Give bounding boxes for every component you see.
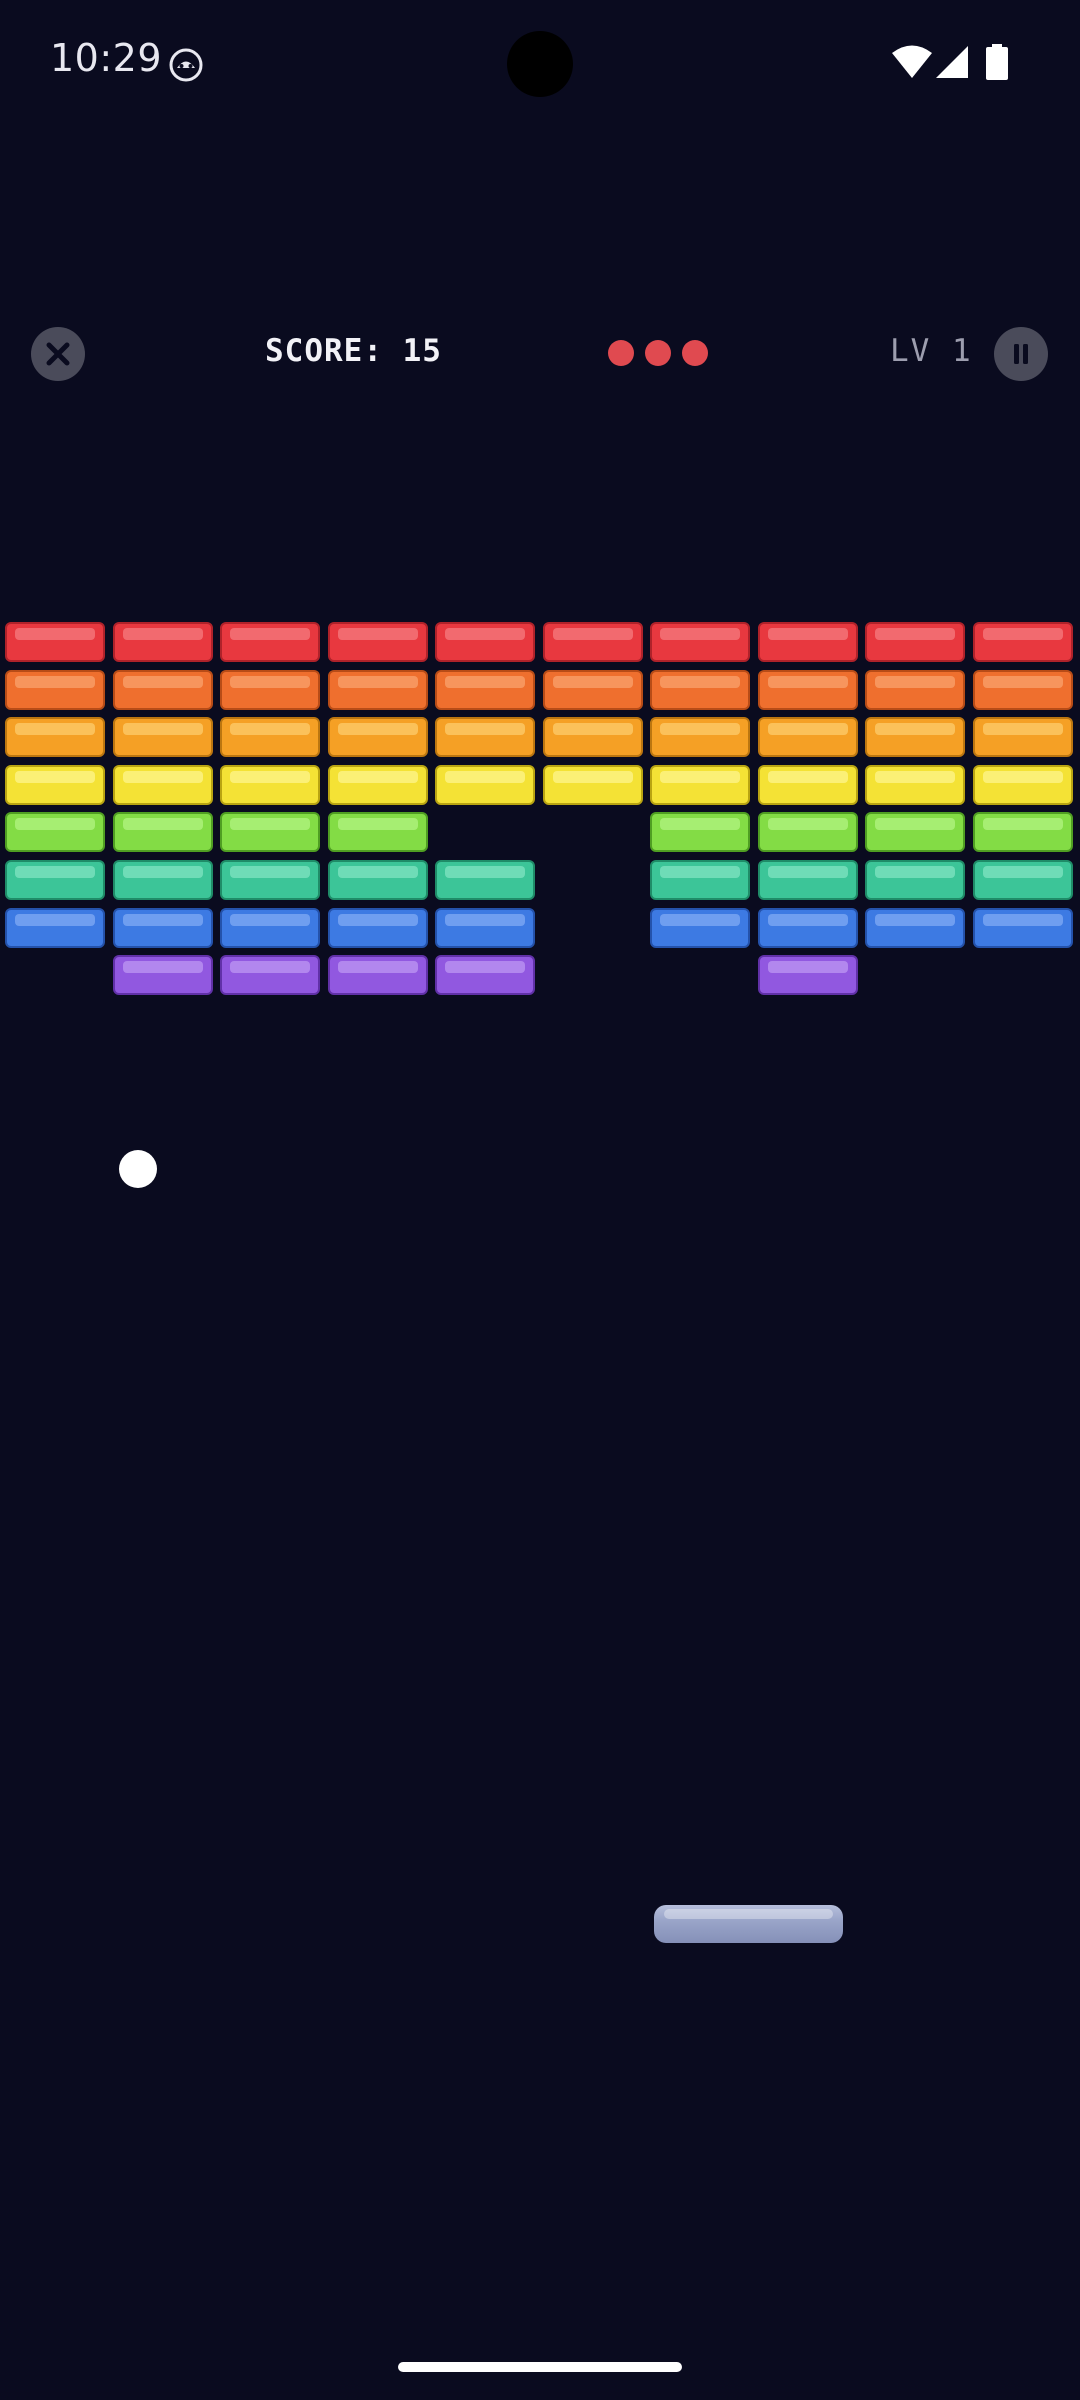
brick-yellow: [865, 764, 965, 805]
brick-blue: [435, 907, 535, 948]
brick-orange: [650, 669, 750, 710]
paddle-highlight: [664, 1909, 833, 1919]
brick-teal: [865, 860, 965, 900]
brick-yellow: [112, 764, 213, 805]
brick-red: [865, 622, 965, 662]
brick-red: [220, 622, 320, 662]
brick-green: [972, 812, 1073, 853]
brick-orange: [542, 669, 643, 710]
brick-purple: [757, 955, 858, 996]
brick-yellow: [650, 764, 750, 805]
brick-amber: [865, 717, 965, 758]
brick-green: [327, 812, 428, 853]
brick-green: [757, 812, 858, 853]
brick-purple: [327, 955, 428, 996]
brick-orange: [435, 669, 535, 710]
brick-teal: [220, 860, 320, 900]
brick-teal: [757, 860, 858, 900]
brick-orange: [972, 669, 1073, 710]
brick-orange: [220, 669, 320, 710]
brick-green: [220, 812, 320, 853]
brick-red: [5, 622, 105, 662]
brick-teal: [327, 860, 428, 900]
home-indicator[interactable]: [398, 2362, 682, 2372]
brick-blue: [650, 907, 750, 948]
brick-orange: [112, 669, 213, 710]
brick-amber: [757, 717, 858, 758]
brick-red: [435, 622, 535, 662]
brick-amber: [327, 717, 428, 758]
brick-yellow: [542, 764, 643, 805]
brick-yellow: [435, 764, 535, 805]
game-screen[interactable]: 10:29 SCORE: 15 LV 1: [0, 0, 1080, 2400]
brick-amber: [112, 717, 213, 758]
brick-red: [542, 622, 643, 662]
brick-purple: [435, 955, 535, 996]
brick-blue: [112, 907, 213, 948]
brick-amber: [542, 717, 643, 758]
brick-red: [650, 622, 750, 662]
ball: [119, 1150, 157, 1188]
brick-green: [865, 812, 965, 853]
brick-orange: [327, 669, 428, 710]
brick-amber: [972, 717, 1073, 758]
brick-yellow: [972, 764, 1073, 805]
brick-yellow: [220, 764, 320, 805]
brick-blue: [972, 907, 1073, 948]
brick-teal: [650, 860, 750, 900]
brick-blue: [327, 907, 428, 948]
brick-blue: [757, 907, 858, 948]
brick-red: [972, 622, 1073, 662]
brick-grid: [0, 0, 1080, 1000]
brick-teal: [5, 860, 105, 900]
brick-red: [327, 622, 428, 662]
brick-green: [5, 812, 105, 853]
brick-blue: [220, 907, 320, 948]
brick-teal: [435, 860, 535, 900]
brick-teal: [112, 860, 213, 900]
brick-blue: [5, 907, 105, 948]
brick-green: [650, 812, 750, 853]
brick-amber: [5, 717, 105, 758]
brick-orange: [5, 669, 105, 710]
brick-yellow: [327, 764, 428, 805]
brick-red: [757, 622, 858, 662]
brick-red: [112, 622, 213, 662]
brick-blue: [865, 907, 965, 948]
brick-purple: [112, 955, 213, 996]
brick-teal: [972, 860, 1073, 900]
brick-green: [112, 812, 213, 853]
brick-purple: [220, 955, 320, 996]
brick-amber: [435, 717, 535, 758]
brick-amber: [220, 717, 320, 758]
brick-yellow: [757, 764, 858, 805]
brick-amber: [650, 717, 750, 758]
brick-orange: [757, 669, 858, 710]
brick-yellow: [5, 764, 105, 805]
paddle[interactable]: [654, 1905, 843, 1943]
brick-orange: [865, 669, 965, 710]
